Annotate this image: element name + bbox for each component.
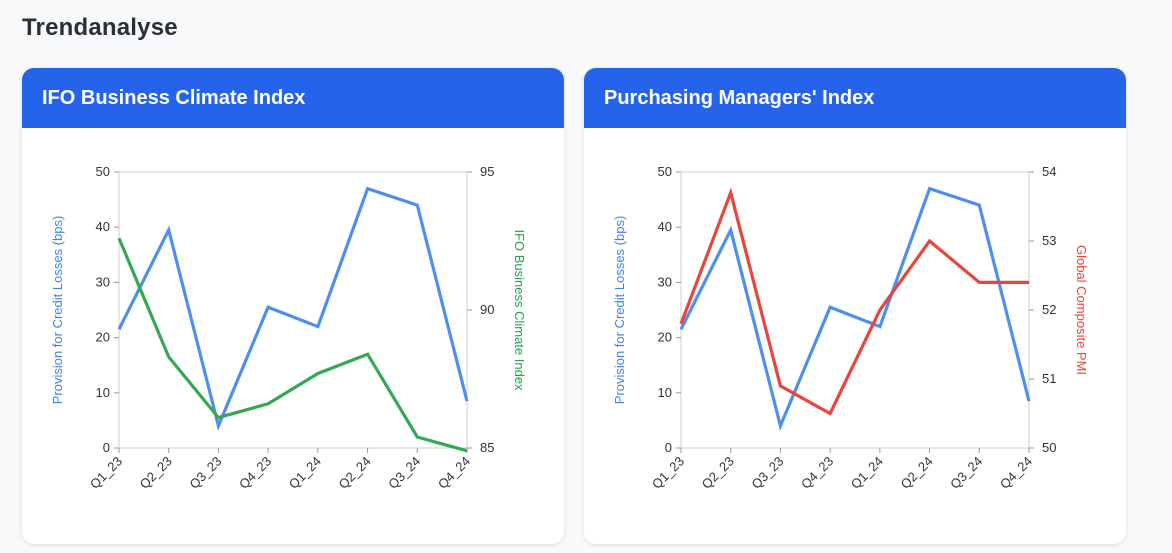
left-axis-title: Provision for Credit Losses (bps) bbox=[50, 216, 65, 405]
right-tick-label: 51 bbox=[1042, 371, 1056, 386]
x-tick-label: Q1_24 bbox=[286, 454, 324, 492]
x-tick-label: Q1_24 bbox=[848, 454, 886, 492]
left-tick-label: 0 bbox=[103, 440, 110, 455]
left-tick-label: 10 bbox=[658, 385, 672, 400]
right-tick-label: 90 bbox=[480, 302, 494, 317]
x-tick-label: Q1_23 bbox=[649, 454, 687, 492]
plot-frame bbox=[118, 171, 468, 449]
right-tick-label: 54 bbox=[1042, 164, 1056, 179]
left-tick-label: 20 bbox=[658, 330, 672, 345]
left-tick-label: 40 bbox=[96, 219, 110, 234]
series-line-right bbox=[679, 187, 1029, 416]
x-tick-label: Q3_24 bbox=[385, 454, 423, 492]
left-tick-label: 50 bbox=[96, 164, 110, 179]
plot-frame bbox=[680, 171, 1030, 449]
x-tick-label: Q2_23 bbox=[699, 454, 737, 492]
chart-area: 0 10 20 30 40 50 50 51 52 53 54 Q1_23 Q2_23 Q3_23 Q4_2… bbox=[584, 128, 1126, 544]
left-tick-label: 20 bbox=[96, 330, 110, 345]
x-tick-label: Q4_23 bbox=[236, 454, 274, 492]
left-tick-label: 30 bbox=[658, 274, 672, 289]
x-tick-label: Q2_24 bbox=[335, 454, 373, 492]
series-line-left bbox=[679, 186, 1031, 431]
left-tick-label: 0 bbox=[665, 440, 672, 455]
x-tick-label: Q4_24 bbox=[435, 454, 473, 492]
right-tick-label: 53 bbox=[1042, 233, 1056, 248]
card-title: Purchasing Managers' Index bbox=[584, 68, 1126, 128]
ifo-chart: 0 10 20 30 40 50 85 90 95 Q1_23 Q2_23 Q3_23 Q4_23 Q1_… bbox=[50, 164, 527, 492]
right-axis-title: Global Composite PMI bbox=[1074, 245, 1089, 375]
x-tick-label: Q3_23 bbox=[748, 454, 786, 492]
x-tick-label: Q2_24 bbox=[897, 454, 935, 492]
right-tick-label: 95 bbox=[480, 164, 494, 179]
pmi-chart: 0 10 20 30 40 50 50 51 52 53 54 Q1_23 Q2_23 Q3_23 Q4_2… bbox=[612, 164, 1089, 492]
x-tick-label: Q1_23 bbox=[87, 454, 125, 492]
x-tick-label: Q3_24 bbox=[947, 454, 985, 492]
left-tick-label: 40 bbox=[658, 219, 672, 234]
left-tick-label: 10 bbox=[96, 385, 110, 400]
x-tick-label: Q2_23 bbox=[137, 454, 175, 492]
right-tick-label: 85 bbox=[480, 440, 494, 455]
ifo-chart-card: IFO Business Climate Index 0 10 20 30 40 50 85… bbox=[22, 68, 564, 544]
left-axis-title: Provision for Credit Losses (bps) bbox=[612, 216, 627, 405]
right-axis-title: IFO Business Climate Index bbox=[512, 229, 527, 391]
series-line-right bbox=[117, 237, 468, 453]
left-tick-label: 30 bbox=[96, 274, 110, 289]
left-tick-label: 50 bbox=[658, 164, 672, 179]
card-title: IFO Business Climate Index bbox=[22, 68, 564, 128]
pmi-chart-card: Purchasing Managers' Index 0 10 20 30 40 50 50… bbox=[584, 68, 1126, 544]
right-tick-label: 50 bbox=[1042, 440, 1056, 455]
page-title: Trendanalyse bbox=[22, 14, 178, 41]
x-tick-label: Q4_23 bbox=[798, 454, 836, 492]
x-tick-label: Q4_24 bbox=[997, 454, 1035, 492]
x-tick-label: Q3_23 bbox=[186, 454, 224, 492]
chart-area: 0 10 20 30 40 50 85 90 95 Q1_23 Q2_23 Q3_23 Q4_23 Q1_… bbox=[22, 128, 564, 544]
right-tick-label: 52 bbox=[1042, 302, 1056, 317]
